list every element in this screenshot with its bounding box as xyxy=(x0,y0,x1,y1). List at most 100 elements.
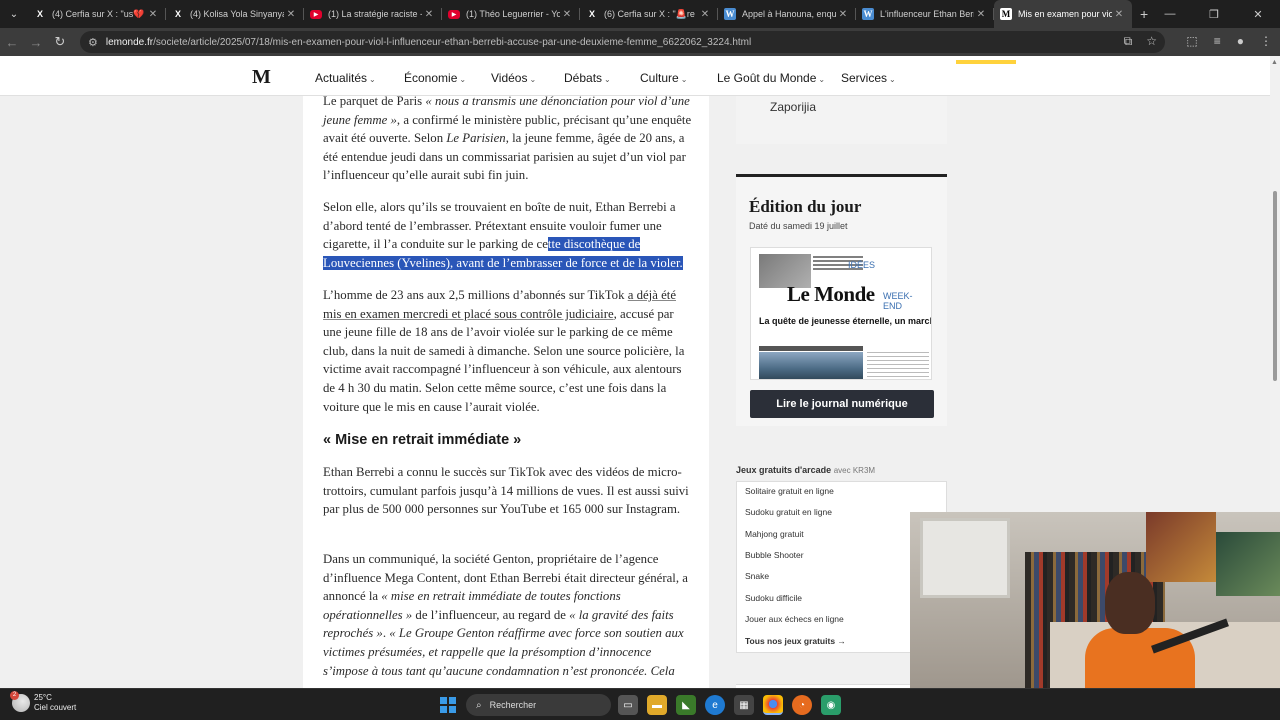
chrome-icon[interactable] xyxy=(763,695,783,715)
tab-2[interactable]: X (4) Kolisa Yola Sinyanya (✕ xyxy=(166,0,304,28)
site-info-icon[interactable]: ⚙ xyxy=(88,36,98,49)
accent-bar xyxy=(956,60,1016,64)
section-heading: « Mise en retrait immédiate » xyxy=(323,432,522,448)
app-icon[interactable]: ◉ xyxy=(821,695,841,715)
store-icon[interactable]: ▦ xyxy=(734,695,754,715)
weather-desc: Ciel couvert xyxy=(34,703,77,712)
game-link[interactable]: Bubble Shooter xyxy=(745,550,804,560)
close-tab-icon[interactable]: ✕ xyxy=(698,9,712,20)
windows-start-icon[interactable] xyxy=(440,697,456,713)
restore-icon[interactable]: ❐ xyxy=(1192,8,1236,21)
nvidia-icon[interactable]: ◣ xyxy=(676,695,696,715)
taskbar-apps: ▭ ▬ ◣ e ▦ ◔ ◉ xyxy=(618,695,841,715)
x-favicon-icon: X xyxy=(588,9,595,19)
paragraph-3: L’homme de 23 ans aux 2,5 millions d’abo… xyxy=(323,288,685,414)
paragraph-5: Dans un communiqué, la société Genton, p… xyxy=(323,552,688,678)
minimize-icon[interactable]: — xyxy=(1148,8,1192,20)
install-app-icon[interactable]: ⧉ xyxy=(1124,34,1133,49)
chevron-down-icon: ⌄ xyxy=(459,75,467,84)
game-link[interactable]: Snake xyxy=(745,571,769,581)
games-heading: Jeux gratuits d'arcade avec KR3M xyxy=(736,465,876,475)
game-link[interactable]: Sudoku difficile xyxy=(745,593,802,603)
cover-weekend: WEEK-END xyxy=(883,291,913,311)
game-link[interactable]: Mahjong gratuit xyxy=(745,529,804,539)
reload-icon[interactable]: ↻ xyxy=(48,34,72,50)
back-arrow-icon[interactable]: ← xyxy=(0,35,24,50)
task-view-icon[interactable]: ▭ xyxy=(618,695,638,715)
bookmark-star-icon[interactable]: ☆ xyxy=(1146,34,1157,49)
edge-icon[interactable]: e xyxy=(705,695,725,715)
edition-du-jour-box: Édition du jour Daté du samedi 19 juille… xyxy=(736,174,947,426)
url-text: lemonde.fr/societe/article/2025/07/18/mi… xyxy=(105,36,752,48)
close-tab-icon[interactable]: ✕ xyxy=(836,9,850,20)
main-menu: Actualités ⌄ Économie ⌄ Vidéos ⌄ Débats ⌄ Cu… xyxy=(315,71,911,85)
menu-item-actualites[interactable]: Actualités ⌄ xyxy=(315,71,404,85)
chevron-down-icon: ⌄ xyxy=(369,75,376,84)
close-tab-icon[interactable]: ✕ xyxy=(1112,9,1126,20)
scrollbar-thumb[interactable] xyxy=(1273,191,1277,381)
scroll-up-arrow-icon[interactable]: ▲ xyxy=(1271,59,1278,66)
forward-arrow-icon[interactable]: → xyxy=(24,35,48,50)
room-window xyxy=(920,518,1010,598)
tab-1[interactable]: X (4) Cerfia sur X : "us💔 FL✕ xyxy=(28,0,166,28)
firefox-icon[interactable]: ◔ xyxy=(792,695,812,715)
x-favicon-icon: X xyxy=(36,9,43,19)
cover-strip xyxy=(759,346,863,351)
close-tab-icon[interactable]: ✕ xyxy=(560,9,574,20)
close-tab-icon[interactable]: ✕ xyxy=(284,9,298,20)
profile-icon[interactable]: ● xyxy=(1237,34,1244,48)
game-link[interactable]: Sudoku gratuit en ligne xyxy=(745,507,832,517)
tab-5[interactable]: X (6) Cerfia sur X : "🚨re FL ✕ xyxy=(580,0,718,28)
menu-item-debats[interactable]: Débats ⌄ xyxy=(564,71,640,85)
menu-kebab-icon[interactable]: ⋮ xyxy=(1260,34,1272,48)
article-body: Le parquet de Paris « nous a transmis un… xyxy=(303,94,709,688)
tab-title: (4) Kolisa Yola Sinyanya ( xyxy=(190,9,284,19)
menu-item-services[interactable]: Services ⌄ xyxy=(841,71,911,85)
menu-item-videos[interactable]: Vidéos ⌄ xyxy=(491,71,564,85)
tab-4[interactable]: ▶ (1) Théo Leguerrier - You ✕ xyxy=(442,0,580,28)
chevron-down-icon: ⌄ xyxy=(818,75,826,84)
extensions-icon[interactable]: ⬚ xyxy=(1186,34,1197,48)
all-games-link[interactable]: Tous nos jeux gratuits → xyxy=(745,636,846,646)
game-link[interactable]: Solitaire gratuit en ligne xyxy=(745,486,834,496)
tab-title: (1) Théo Leguerrier - You xyxy=(466,9,560,19)
file-explorer-icon[interactable]: ▬ xyxy=(647,695,667,715)
weather-temp: 25°C xyxy=(34,693,52,702)
menu-item-culture[interactable]: Culture ⌄ xyxy=(640,71,717,85)
close-tab-icon[interactable]: ✕ xyxy=(146,9,160,20)
chevron-down-icon: ⌄ xyxy=(529,75,537,84)
close-tab-icon[interactable]: ✕ xyxy=(974,9,988,20)
newspaper-cover[interactable]: IDÉES Le Monde WEEK-END La quête de jeun… xyxy=(750,247,932,380)
cover-text-lines xyxy=(867,352,929,379)
related-link[interactable]: Zaporijia xyxy=(770,100,816,114)
tab-6[interactable]: W Appel à Hanouna, enquê ✕ xyxy=(718,0,856,28)
tab-8-active[interactable]: M Mis en examen pour viol ✕ xyxy=(994,0,1132,28)
close-window-icon[interactable]: ✕ xyxy=(1236,8,1280,21)
chevron-down-icon: ⌄ xyxy=(680,75,688,84)
edition-title: Édition du jour xyxy=(749,197,862,216)
read-digital-paper-button[interactable]: Lire le journal numérique xyxy=(750,390,934,418)
tab-search-chevron-icon[interactable]: ⌄ xyxy=(4,4,24,24)
tab-7[interactable]: W L'influenceur Ethan Berre ✕ xyxy=(856,0,994,28)
le-monde-logo[interactable]: M xyxy=(252,66,271,89)
poster xyxy=(1216,532,1280,596)
search-icon: ⌕ xyxy=(476,699,482,711)
x-favicon-icon: X xyxy=(174,9,181,19)
cloud-icon: 2 xyxy=(10,691,30,712)
close-tab-icon[interactable]: ✕ xyxy=(422,9,436,20)
weather-widget[interactable]: 2 25°C Ciel couvert xyxy=(10,691,77,713)
cover-photo-bottom xyxy=(759,352,863,379)
game-link[interactable]: Jouer aux échecs en ligne xyxy=(745,614,844,624)
new-tab-plus-icon[interactable]: + xyxy=(1140,6,1148,22)
menu-item-gout-du-monde[interactable]: Le Goût du Monde ⌄ xyxy=(717,71,841,85)
paragraph-2: Selon elle, alors qu’ils se trouvaient e… xyxy=(323,200,683,270)
browser-tab-bar: ⌄ X(4) Cerfia sur X : "us💔 FL✕ X (4) Koli… xyxy=(0,0,1280,28)
tab-3[interactable]: ▶ (1) La stratégie raciste - Y ✕ xyxy=(304,0,442,28)
taskbar-search[interactable]: ⌕ Rechercher xyxy=(466,694,611,716)
cover-headline: La quête de jeunesse éternelle, un march… xyxy=(759,316,931,326)
youtube-favicon-icon: ▶ xyxy=(310,9,322,19)
tab-title: L'influenceur Ethan Berre xyxy=(880,9,974,19)
media-icon[interactable]: ≡ xyxy=(1214,34,1221,48)
menu-item-economie[interactable]: Économie ⌄ xyxy=(404,71,491,85)
url-bar[interactable]: ⚙ lemonde.fr/societe/article/2025/07/18/… xyxy=(80,31,1165,53)
